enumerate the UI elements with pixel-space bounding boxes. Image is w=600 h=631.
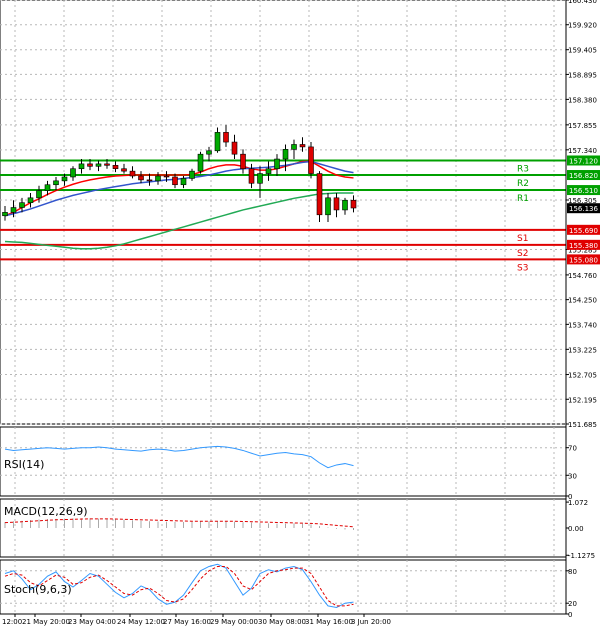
level-label-r2: R2 xyxy=(517,179,529,189)
y-tick-label: 160.430 xyxy=(568,0,597,5)
y-tick-label: 158.380 xyxy=(568,96,597,104)
level-tag-text: 155.380 xyxy=(569,242,598,250)
candle-body xyxy=(189,170,195,179)
last-price-text: 156.136 xyxy=(569,205,598,213)
candle-body xyxy=(333,197,340,211)
candle-body xyxy=(223,132,229,143)
candle-body xyxy=(316,173,323,216)
candle-body xyxy=(291,144,297,150)
x-tick-label: 29 May 00:00 xyxy=(210,618,258,626)
candle-body xyxy=(53,180,59,186)
candle-body xyxy=(112,165,119,170)
candle-body xyxy=(231,141,238,155)
candle-body xyxy=(2,212,8,217)
chart-svg: 160.430 159.920 159.405 158.895 158.380 157.8… xyxy=(0,0,600,626)
candle-body xyxy=(138,175,144,181)
x-tick-label: 31 May 16:00 xyxy=(305,618,353,626)
y-tick-label: 154.760 xyxy=(568,272,597,280)
chart-root: 160.430 159.920 159.405 158.895 158.380 157.8… xyxy=(0,0,600,627)
panel-frame-rsi xyxy=(0,426,567,497)
y-tick-label: 157.340 xyxy=(568,147,597,155)
x-tick-label: 12:00 xyxy=(2,618,22,626)
y-tick-label: 0.00 xyxy=(568,525,584,533)
level-label-s3: S3 xyxy=(517,263,528,273)
candle-body xyxy=(282,149,289,160)
candle-body xyxy=(257,173,263,184)
level-label-s1: S1 xyxy=(517,234,528,244)
rsi-title: RSI(14) xyxy=(4,458,44,471)
candle-body xyxy=(121,168,127,172)
level-tag-text: 156.820 xyxy=(569,172,598,180)
y-tick-label: 158.895 xyxy=(568,71,597,79)
candle-body xyxy=(325,197,331,216)
panel-frame-price xyxy=(0,0,567,425)
candle-body xyxy=(44,184,51,191)
x-tick-label: 21 May 20:00 xyxy=(22,618,70,626)
y-tick-label: 154.250 xyxy=(568,297,597,305)
candle-body xyxy=(350,199,357,209)
level-label-r3: R3 xyxy=(517,164,529,174)
y-tick-label: 157.855 xyxy=(568,122,597,130)
x-tick-label: 30 May 08:00 xyxy=(258,618,306,626)
candle-body xyxy=(104,163,110,166)
level-tag-text: 155.080 xyxy=(569,256,598,264)
y-tick-label: 152.705 xyxy=(568,372,597,380)
level-tag-text: 155.690 xyxy=(569,227,598,235)
candle-body xyxy=(206,150,212,155)
candle-body xyxy=(172,176,178,186)
candle-body xyxy=(214,132,221,152)
candle-body xyxy=(308,146,314,174)
y-tick-label: 70 xyxy=(568,445,577,453)
candle-body xyxy=(299,144,306,148)
candle-body xyxy=(240,153,246,170)
stoch-title: Stoch(9,6,3) xyxy=(4,583,72,596)
y-tick-label: 159.920 xyxy=(568,22,597,30)
candle-body xyxy=(10,207,17,213)
y-tick-label: -1.1275 xyxy=(568,552,595,560)
candle-body xyxy=(342,199,348,211)
level-label-r1: R1 xyxy=(517,194,529,204)
candle-body xyxy=(146,179,153,182)
y-tick-label: 0 xyxy=(568,611,572,619)
y-tick-label: 1.072 xyxy=(568,499,588,507)
candle-body xyxy=(87,163,93,167)
y-tick-label: 152.195 xyxy=(568,396,597,404)
candle-body xyxy=(129,170,136,177)
candle-body xyxy=(61,176,68,182)
candle-body xyxy=(19,202,25,208)
candle-body xyxy=(180,178,187,186)
x-tick-label: 27 May 16:00 xyxy=(163,618,211,626)
candle-body xyxy=(197,153,204,172)
candle-body xyxy=(78,163,85,170)
y-tick-label: 151.685 xyxy=(568,421,597,429)
candle-body xyxy=(155,175,161,182)
level-tag-text: 156.510 xyxy=(569,187,598,195)
candle-body xyxy=(163,175,170,178)
candle-body xyxy=(36,190,42,199)
candle-body xyxy=(95,163,102,167)
y-tick-label: 30 xyxy=(568,472,577,480)
candle-body xyxy=(274,158,280,170)
candle-body xyxy=(70,168,76,178)
x-tick-label: 23 May 04:00 xyxy=(68,618,116,626)
x-tick-label: 3 Jun 20:00 xyxy=(351,618,391,626)
level-tag-text: 157.120 xyxy=(569,157,598,165)
y-tick-label: 153.225 xyxy=(568,346,597,354)
y-tick-label: 159.405 xyxy=(568,47,597,55)
x-tick-label: 24 May 12:00 xyxy=(117,618,165,626)
y-tick-label: 153.740 xyxy=(568,321,597,329)
candle-body xyxy=(248,168,255,184)
candle-body xyxy=(265,168,272,174)
candle-body xyxy=(27,197,34,203)
macd-title: MACD(12,26,9) xyxy=(4,505,88,518)
level-label-s2: S2 xyxy=(517,249,528,259)
y-tick-label: 20 xyxy=(568,600,577,608)
y-tick-label: 80 xyxy=(568,568,577,576)
panel-frame-stoch xyxy=(0,559,567,615)
